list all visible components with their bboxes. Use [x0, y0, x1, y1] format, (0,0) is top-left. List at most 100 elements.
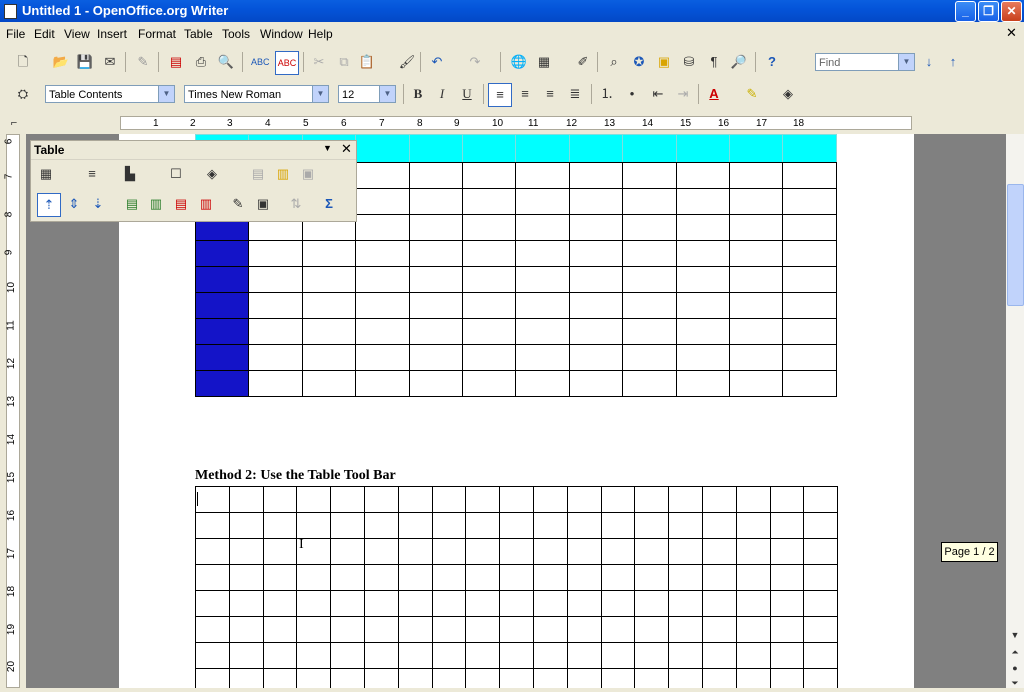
table-cell[interactable] [622, 370, 677, 397]
table-cell[interactable] [499, 590, 534, 617]
insert-columns-icon[interactable]: ▥ [147, 195, 165, 213]
table-cell[interactable] [675, 370, 730, 397]
close-button[interactable]: ✕ [1001, 1, 1022, 22]
table-cell[interactable] [330, 590, 365, 617]
border-color-icon[interactable]: ▙ [121, 165, 139, 183]
table-cell[interactable] [228, 538, 264, 565]
table-cell[interactable] [499, 616, 534, 643]
table-cell[interactable] [515, 370, 570, 397]
align-center-icon[interactable]: ≡ [516, 85, 534, 103]
table-cell[interactable] [568, 162, 624, 189]
table-cell[interactable] [355, 266, 410, 293]
insert-rows-icon[interactable]: ▤ [123, 195, 141, 213]
table-cell[interactable] [262, 564, 298, 591]
cut-icon[interactable]: ✂ [310, 53, 328, 71]
table-cell[interactable] [431, 564, 467, 591]
autospellcheck-icon[interactable]: ABC [275, 51, 299, 75]
table-cell[interactable] [600, 512, 636, 539]
table-cell[interactable] [408, 134, 463, 163]
table-cell[interactable] [782, 344, 837, 371]
menu-help[interactable]: Help [308, 27, 333, 41]
table-cell[interactable] [803, 564, 839, 591]
table-cell[interactable] [622, 134, 677, 163]
table-cell[interactable] [262, 668, 298, 688]
maximize-button[interactable]: ❐ [978, 1, 999, 22]
table-cell[interactable] [330, 616, 365, 643]
table-cell[interactable] [248, 318, 303, 345]
table-cell[interactable] [431, 486, 467, 513]
table-cell[interactable] [729, 318, 784, 345]
table-cell[interactable] [248, 292, 303, 319]
numbering-icon[interactable]: ⒈ [598, 85, 616, 103]
table-cell[interactable] [262, 616, 298, 643]
table-cell[interactable] [195, 266, 250, 293]
table-cell[interactable] [465, 486, 501, 513]
table-cell[interactable] [397, 668, 433, 688]
table-cell[interactable] [462, 292, 517, 319]
table-cell[interactable] [600, 616, 636, 643]
table-cell[interactable] [568, 134, 624, 163]
table-cell[interactable] [568, 318, 624, 345]
table-cell[interactable] [782, 370, 837, 397]
table-background-color-icon[interactable]: ◈ [203, 165, 221, 183]
table-cell[interactable] [330, 512, 365, 539]
table-cell[interactable] [803, 668, 839, 688]
table-cell[interactable] [330, 668, 365, 688]
table-cell[interactable] [803, 616, 839, 643]
table-cell[interactable] [462, 188, 517, 215]
table-cell[interactable] [782, 214, 837, 241]
table-cell[interactable] [364, 590, 399, 617]
undo-icon[interactable]: ↶ [428, 53, 446, 71]
zoom-icon[interactable]: 🔎 [730, 53, 748, 71]
table-cell[interactable] [735, 564, 771, 591]
table-cell[interactable] [397, 564, 433, 591]
table-cell[interactable] [568, 370, 624, 397]
vertical-ruler[interactable]: 6 7 8 9 10 11 12 13 14 15 16 17 18 19 20 [0, 134, 26, 688]
menu-window[interactable]: Window [260, 27, 303, 41]
table-cell[interactable] [668, 564, 703, 591]
table-cell[interactable] [355, 292, 410, 319]
table-cell[interactable] [622, 292, 677, 319]
table-cell[interactable] [769, 564, 805, 591]
table-cell[interactable] [499, 668, 534, 688]
table-cell[interactable] [296, 590, 332, 617]
table-cell[interactable] [397, 642, 433, 669]
table-cell[interactable] [702, 564, 737, 591]
table-cell[interactable] [397, 616, 433, 643]
table-cell[interactable] [634, 590, 670, 617]
table-cell[interactable] [296, 512, 332, 539]
table-cell[interactable] [634, 564, 670, 591]
table-toolbar-header[interactable]: Table ▼ ✕ [31, 141, 356, 160]
table-cell[interactable] [248, 266, 303, 293]
table-cell[interactable] [600, 668, 636, 688]
table-cell[interactable] [634, 616, 670, 643]
table-cell[interactable] [301, 318, 357, 345]
table-cell[interactable] [729, 266, 784, 293]
table-cell[interactable] [195, 564, 230, 591]
table-cell[interactable] [729, 134, 784, 163]
table-cell[interactable] [355, 188, 410, 215]
table-cell[interactable] [355, 318, 410, 345]
table-cell[interactable] [568, 266, 624, 293]
table-cell[interactable] [735, 486, 771, 513]
menu-file[interactable]: File [6, 27, 25, 41]
table-cell[interactable] [228, 590, 264, 617]
table-cell[interactable] [431, 616, 467, 643]
find-input[interactable]: Find ▼ [815, 53, 915, 71]
table-cell[interactable] [675, 188, 730, 215]
table-cell[interactable] [735, 616, 771, 643]
delete-columns-icon[interactable]: ▥ [197, 195, 215, 213]
table-cell[interactable] [195, 240, 250, 267]
table-cell[interactable] [262, 486, 298, 513]
table-cell[interactable] [675, 344, 730, 371]
table-cell[interactable] [668, 590, 703, 617]
table-cell[interactable] [397, 590, 433, 617]
table-cell[interactable] [735, 668, 771, 688]
navigator-icon[interactable]: ✪ [630, 53, 648, 71]
help-icon[interactable]: ? [763, 53, 781, 71]
table-cell[interactable] [634, 642, 670, 669]
table-cell[interactable] [355, 162, 410, 189]
table-cell[interactable] [782, 162, 837, 189]
table-cell[interactable] [735, 642, 771, 669]
vertical-scrollbar[interactable]: ▼ ⏶ ● ⏷ [1006, 134, 1024, 688]
